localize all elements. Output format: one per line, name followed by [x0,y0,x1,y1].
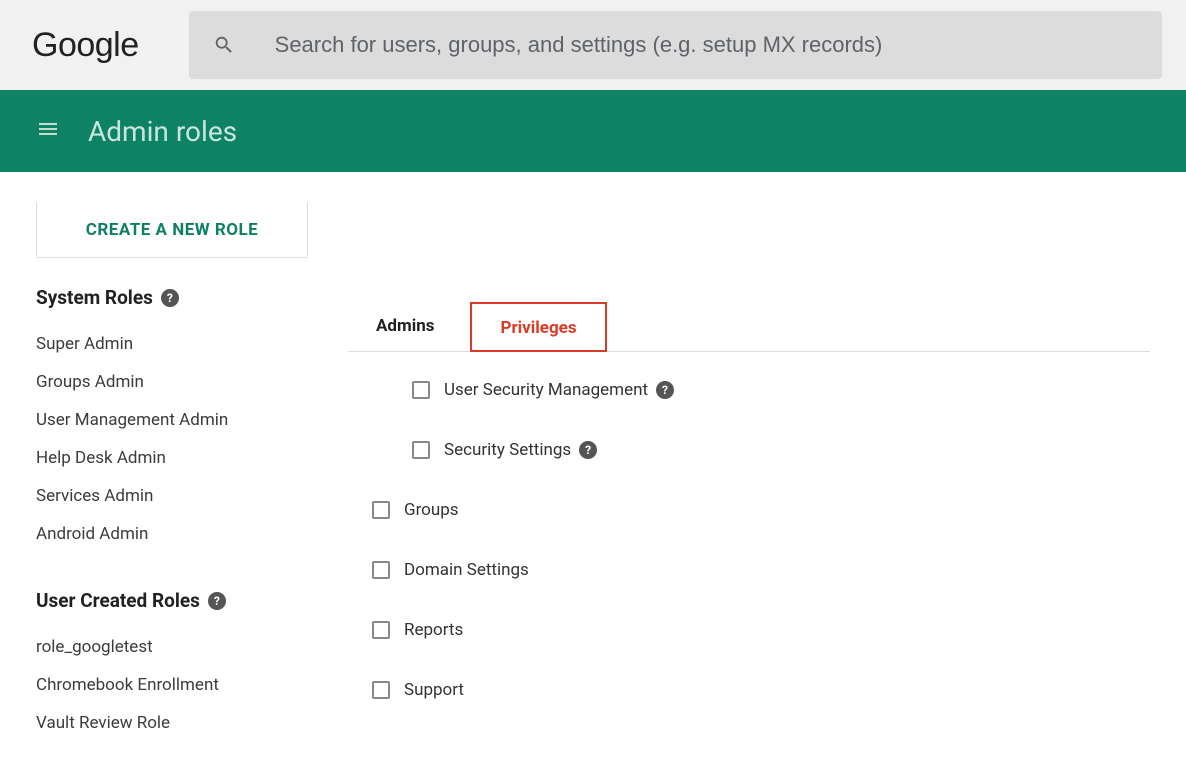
checkbox-support[interactable] [372,681,390,699]
user-created-roles-heading-label: User Created Roles [36,589,200,612]
role-item[interactable]: Android Admin [36,515,308,553]
privilege-label: Reports [404,620,463,640]
role-item[interactable]: Help Desk Admin [36,439,308,477]
privilege-label: User Security Management [444,380,648,400]
system-roles-list: Super Admin Groups Admin User Management… [36,325,308,553]
privilege-label: Domain Settings [404,560,529,580]
sidebar: CREATE A NEW ROLE System Roles ? Super A… [36,202,308,778]
privilege-label: Groups [404,500,459,520]
system-roles-heading: System Roles ? [36,286,308,309]
help-icon[interactable]: ? [161,289,179,307]
page-title: Admin roles [88,115,237,148]
help-icon[interactable]: ? [579,441,597,459]
privilege-row: Groups [372,500,1150,520]
checkbox-reports[interactable] [372,621,390,639]
top-bar: Google [0,0,1186,90]
checkbox-domain-settings[interactable] [372,561,390,579]
tab-admins[interactable]: Admins [348,302,462,351]
privilege-row: Domain Settings [372,560,1150,580]
checkbox-security-settings[interactable] [412,441,430,459]
privilege-row: Reports [372,620,1150,640]
user-created-roles-heading: User Created Roles ? [36,589,308,612]
tab-privileges[interactable]: Privileges [470,302,606,352]
search-container[interactable] [189,11,1162,79]
privilege-label: Security Settings [444,440,571,460]
tabs-bar: Admins Privileges [348,302,1150,352]
help-icon[interactable]: ? [656,381,674,399]
help-icon[interactable]: ? [208,592,226,610]
search-icon [213,34,235,56]
system-roles-heading-label: System Roles [36,286,153,309]
role-item[interactable]: Groups Admin [36,363,308,401]
privileges-list: User Security Management ? Security Sett… [348,352,1150,700]
privilege-label: Support [404,680,464,700]
menu-button[interactable] [36,117,60,145]
content-area: CREATE A NEW ROLE System Roles ? Super A… [0,172,1186,778]
role-item[interactable]: User Management Admin [36,401,308,439]
user-created-roles-list: role_googletest Chromebook Enrollment Va… [36,628,308,742]
role-item[interactable]: Super Admin [36,325,308,363]
privilege-row: Security Settings ? [412,440,1150,460]
privilege-row: Support [372,680,1150,700]
role-item[interactable]: Vault Review Role [36,704,308,742]
hamburger-icon [36,117,60,141]
search-input[interactable] [275,32,1138,58]
privilege-row: User Security Management ? [412,380,1150,400]
main-panel: Admins Privileges User Security Manageme… [308,202,1150,778]
role-item[interactable]: role_googletest [36,628,308,666]
google-logo: Google [32,26,139,65]
role-item[interactable]: Services Admin [36,477,308,515]
page-header-bar: Admin roles [0,90,1186,172]
checkbox-user-security-management[interactable] [412,381,430,399]
role-item[interactable]: Chromebook Enrollment [36,666,308,704]
create-new-role-button[interactable]: CREATE A NEW ROLE [36,202,308,258]
checkbox-groups[interactable] [372,501,390,519]
